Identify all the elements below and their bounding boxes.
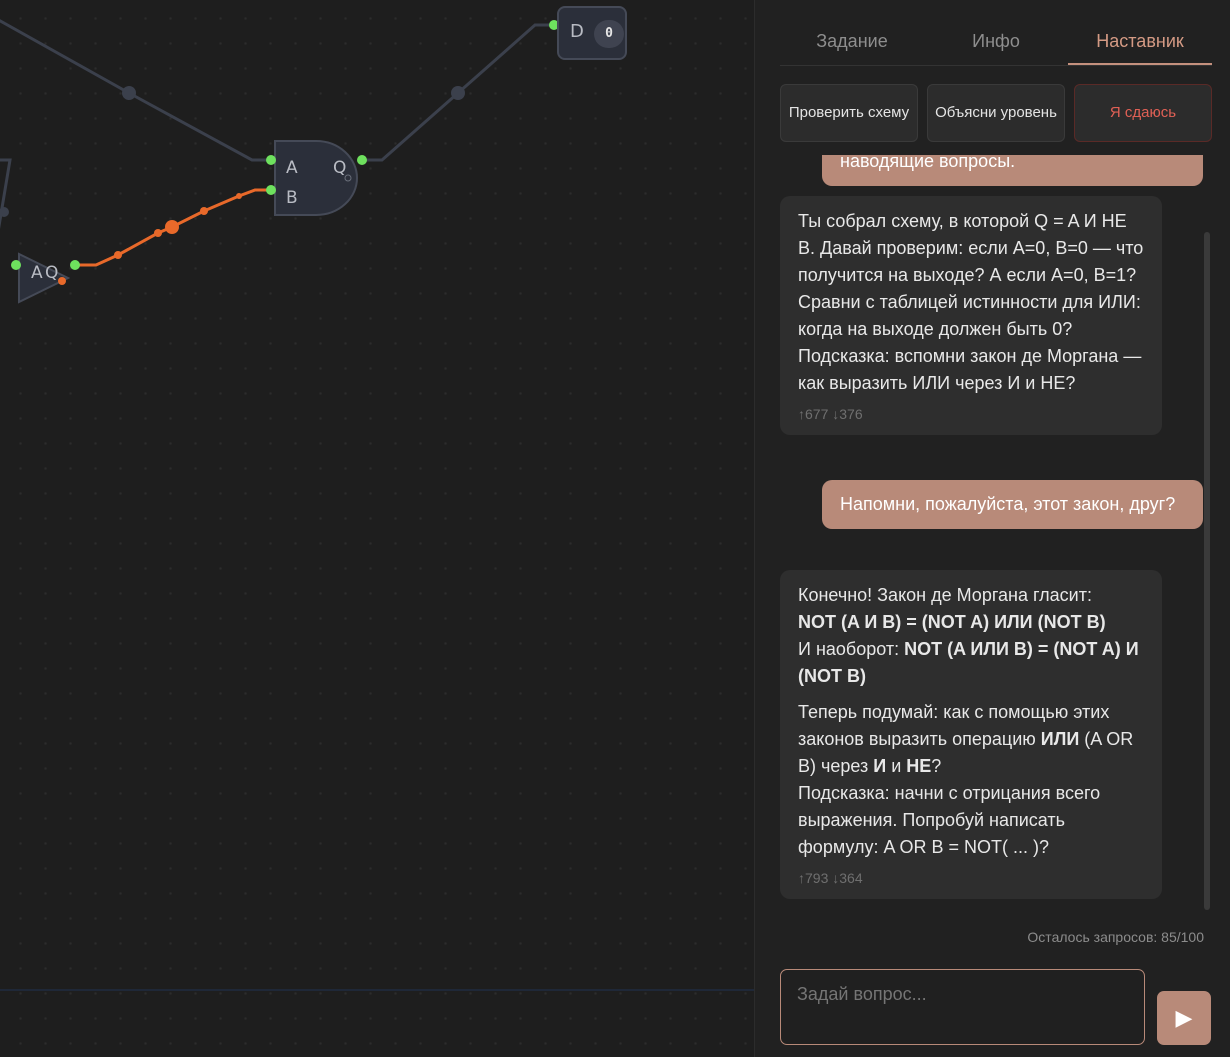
mentor-text: И наоборот:	[798, 639, 905, 659]
tab-mentor[interactable]: Наставник	[1068, 18, 1212, 65]
mentor-message-paragraph: Теперь подумай: как с помощью этих закон…	[798, 699, 1144, 861]
tab-task[interactable]: Задание	[780, 18, 924, 65]
and-gate-output-label: Q	[333, 158, 346, 178]
mentor-text: и	[886, 756, 907, 776]
pin-not-out[interactable]	[70, 260, 80, 270]
user-message-text: Напомни, пожалуйста, этот закон, друг?	[840, 494, 1176, 514]
wire[interactable]	[0, 18, 271, 162]
circuit-canvas[interactable]: A B Q A Q D 0	[0, 0, 754, 1057]
pin-b[interactable]	[266, 185, 276, 195]
user-message: Напомни, пожалуйста, этот закон, друг?	[822, 480, 1203, 529]
output-node-d[interactable]: D 0	[557, 6, 627, 60]
circuit-wires: A B Q A Q	[0, 18, 559, 304]
output-node-label: D	[570, 21, 584, 42]
mentor-text: Конечно! Закон де Моргана гласит:	[798, 585, 1092, 605]
mentor-message-text: Ты собрал схему, в которой Q = A И НЕ B.…	[798, 211, 1144, 393]
mentor-text-bold: И	[873, 756, 887, 776]
signal-dot	[165, 220, 179, 234]
side-panel: Задание Инфо Наставник Проверить схему О…	[754, 0, 1230, 1057]
remaining-requests: Осталось запросов: 85/100	[1027, 929, 1204, 945]
canvas-divider	[0, 989, 754, 991]
pin-not-in[interactable]	[11, 260, 21, 270]
signal-dot	[200, 207, 208, 215]
tab-info[interactable]: Инфо	[924, 18, 1068, 65]
signal-dot	[114, 251, 122, 259]
mentor-message-paragraph: Конечно! Закон де Моргана гласит: NOT (A…	[798, 582, 1144, 690]
wire-joint	[451, 86, 465, 100]
signal-dot	[154, 229, 162, 237]
send-button[interactable]: ▶	[1157, 991, 1211, 1045]
and-gate-input-b-label: B	[286, 188, 298, 208]
partial-gate-outline	[0, 158, 12, 230]
and-gate-input-a-label: A	[286, 158, 298, 178]
mentor-text: ?	[931, 756, 942, 776]
action-buttons: Проверить схему Объясни уровень Я сдаюсь	[780, 84, 1212, 142]
chat-scrollbar[interactable]	[1204, 232, 1210, 910]
play-icon: ▶	[1175, 1005, 1193, 1030]
explain-level-button[interactable]: Объясни уровень	[927, 84, 1065, 142]
not-gate-output-label: Q	[45, 263, 58, 283]
wire-joint	[122, 86, 136, 100]
mentor-message: Ты собрал схему, в которой Q = A И НЕ B.…	[780, 196, 1162, 435]
token-counter: ↑677 ↓376	[798, 406, 863, 422]
mentor-message: Конечно! Закон де Моргана гласит: NOT (A…	[780, 570, 1162, 899]
mentor-hint: Подсказка: начни с отрицания всего выраж…	[798, 783, 1101, 857]
chat-history[interactable]: наводящие вопросы. Ты собрал схему, в ко…	[780, 155, 1230, 915]
not-gate-input-label: A	[31, 263, 43, 283]
signal-dot	[236, 193, 242, 199]
user-message-text: наводящие вопросы.	[840, 155, 1016, 171]
token-counter: ↑793 ↓364	[798, 870, 863, 886]
question-input[interactable]	[780, 969, 1145, 1045]
give-up-button[interactable]: Я сдаюсь	[1074, 84, 1212, 142]
pin-a[interactable]	[266, 155, 276, 165]
user-message: наводящие вопросы.	[822, 155, 1203, 186]
pin-q[interactable]	[357, 155, 367, 165]
not-gate-bubble	[58, 277, 66, 285]
mentor-text-bold: НЕ	[906, 756, 932, 776]
wire-joint	[0, 207, 9, 217]
mentor-text-bold: ИЛИ	[1040, 729, 1080, 749]
de-morgan-law-1: NOT (A И B) = (NOT A) ИЛИ (NOT B)	[798, 612, 1106, 632]
output-node-value: 0	[594, 20, 624, 48]
check-scheme-button[interactable]: Проверить схему	[780, 84, 918, 142]
panel-tabs: Задание Инфо Наставник	[780, 18, 1212, 66]
